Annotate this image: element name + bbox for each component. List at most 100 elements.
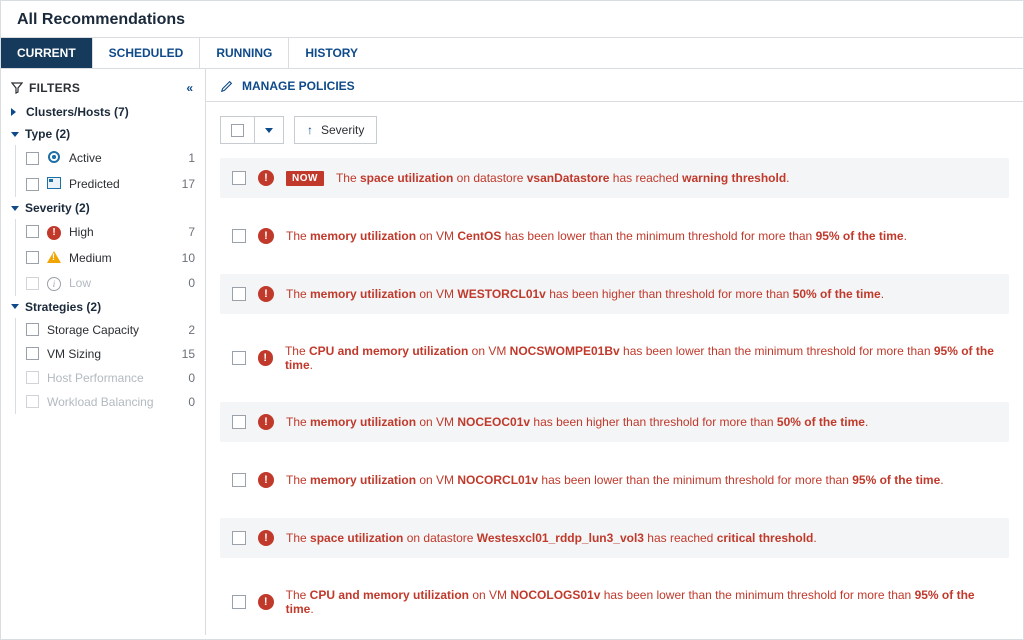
caret-down-icon [11,132,19,137]
recommendation-row[interactable]: !The memory utilization on VM NOCORCL01v… [220,460,1009,500]
filter-group-clusters[interactable]: Clusters/Hosts (7) [1,101,205,123]
recommendation-row[interactable]: !NOWThe space utilization on datastore v… [220,158,1009,198]
filter-group-type[interactable]: Type (2) [1,123,205,145]
filter-item[interactable]: Medium10 [16,245,205,271]
filter-item-label: Low [69,276,165,290]
filter-group-label: Clusters/Hosts (7) [26,105,129,119]
main: MANAGE POLICIES ↑ Severity !NOWThe space… [206,69,1023,635]
severity-high-icon: ! [258,350,273,366]
filters-header: FILTERS « [1,77,205,101]
row-checkbox[interactable] [232,415,246,429]
severity-high-icon: ! [258,472,274,488]
filter-item-count: 17 [173,177,195,191]
checkbox[interactable] [26,347,39,360]
recommendation-row[interactable]: ! The CPU and memory utilization on VM NO… [220,332,1009,384]
row-checkbox[interactable] [232,531,246,545]
filter-item-label: VM Sizing [47,347,165,361]
manage-policies-label: MANAGE POLICIES [242,79,355,93]
caret-down-icon [11,304,19,309]
tab-current[interactable]: CURRENT [1,38,93,68]
medium-icon [47,250,61,266]
filter-item-label: Predicted [69,177,165,191]
filter-item[interactable]: VM Sizing15 [16,342,205,366]
select-all-dropdown[interactable] [255,116,284,144]
manage-policies-link[interactable]: MANAGE POLICIES [206,69,1023,102]
severity-high-icon: ! [258,170,274,186]
checkbox [26,371,39,384]
tab-running[interactable]: RUNNING [200,38,289,68]
recommendation-row[interactable]: ! The memory utilization on VM WESTORCL01… [220,274,1009,314]
filter-item[interactable]: Predicted 17 [16,171,205,197]
filter-item-count: 7 [173,225,195,239]
filter-item-count: 0 [173,371,195,385]
row-checkbox[interactable] [232,595,246,609]
sidebar: FILTERS « Clusters/Hosts (7) Type (2) Ac… [1,69,206,635]
row-checkbox[interactable] [232,171,246,185]
filter-item-label: Active [69,151,165,165]
filter-group-severity-body: ! High 7 Medium10iLow0 [15,219,205,296]
filter-item: iLow0 [16,271,205,296]
recommendation-message: The CPU and memory utilization on VM NOC… [285,344,997,372]
arrow-up-icon: ↑ [307,123,313,137]
filter-group-type-body: Active1 Predicted 17 [15,145,205,197]
checkbox[interactable] [26,323,39,336]
select-all-group [220,116,284,144]
sort-label: Severity [321,123,364,137]
tab-scheduled[interactable]: SCHEDULED [93,38,201,68]
checkbox [26,277,39,290]
recommendation-row[interactable]: ! The space utilization on datastore West… [220,518,1009,558]
row-checkbox[interactable] [232,351,246,365]
filter-item-count: 0 [173,395,195,409]
row-checkbox[interactable] [232,473,246,487]
recommendation-row[interactable]: ! The memory utilization on VM CentOS has… [220,216,1009,256]
filter-group-severity[interactable]: Severity (2) [1,197,205,219]
checkbox[interactable] [26,251,39,264]
predicted-icon [47,176,61,192]
severity-high-icon: ! [258,414,274,430]
tab-history[interactable]: HISTORY [289,38,374,68]
filter-item: Workload Balancing0 [16,390,205,414]
filter-group-strategies-body: Storage Capacity2VM Sizing15 Host Perform… [15,318,205,414]
caret-down-icon [11,206,19,211]
filter-item[interactable]: Storage Capacity2 [16,318,205,342]
sort-button[interactable]: ↑ Severity [294,116,377,144]
recommendation-row[interactable]: ! The memory utilization on VM NOCEOC01v … [220,402,1009,442]
severity-high-icon: ! [258,228,274,244]
filter-item-label: High [69,225,165,239]
select-all-checkbox[interactable] [220,116,255,144]
filter-item-count: 10 [173,251,195,265]
severity-high-icon: ! [258,530,274,546]
pencil-icon [220,79,234,93]
recommendation-message: The memory utilization on VM NOCEOC01v h… [286,415,868,429]
filter-item[interactable]: Active1 [16,145,205,171]
recommendation-message: The CPU and memory utilization on VM NOC… [286,588,997,616]
page-title: All Recommendations [1,1,1023,37]
row-checkbox[interactable] [232,229,246,243]
severity-high-icon: ! [258,594,274,610]
filters-label: FILTERS [11,81,80,95]
toolbar: ↑ Severity [206,102,1023,158]
filters-text: FILTERS [29,81,80,95]
filter-item-label: Host Performance [47,371,165,385]
collapse-sidebar-button[interactable]: « [186,81,193,95]
recommendation-message: The space utilization on datastore Weste… [286,531,817,545]
layout: FILTERS « Clusters/Hosts (7) Type (2) Ac… [1,69,1023,635]
active-icon [47,150,61,166]
recommendation-list: !NOWThe space utilization on datastore v… [206,158,1023,635]
high-icon: ! [47,224,61,240]
caret-right-icon [11,108,20,116]
recommendation-message: The memory utilization on VM WESTORCL01v… [286,287,884,301]
filter-item[interactable]: ! High 7 [16,219,205,245]
row-checkbox[interactable] [232,287,246,301]
filter-group-strategies[interactable]: Strategies (2) [1,296,205,318]
chevron-down-icon [265,128,273,133]
checkbox[interactable] [26,152,39,165]
recommendation-row[interactable]: ! The CPU and memory utilization on VM NO… [220,576,1009,628]
checkbox[interactable] [26,178,39,191]
checkbox[interactable] [26,225,39,238]
filter-group-label: Strategies (2) [25,300,101,314]
filter-item-count: 2 [173,323,195,337]
recommendation-message: The memory utilization on VM CentOS has … [286,229,907,243]
recommendation-message: The space utilization on datastore vsanD… [336,171,790,185]
severity-high-icon: ! [258,286,274,302]
